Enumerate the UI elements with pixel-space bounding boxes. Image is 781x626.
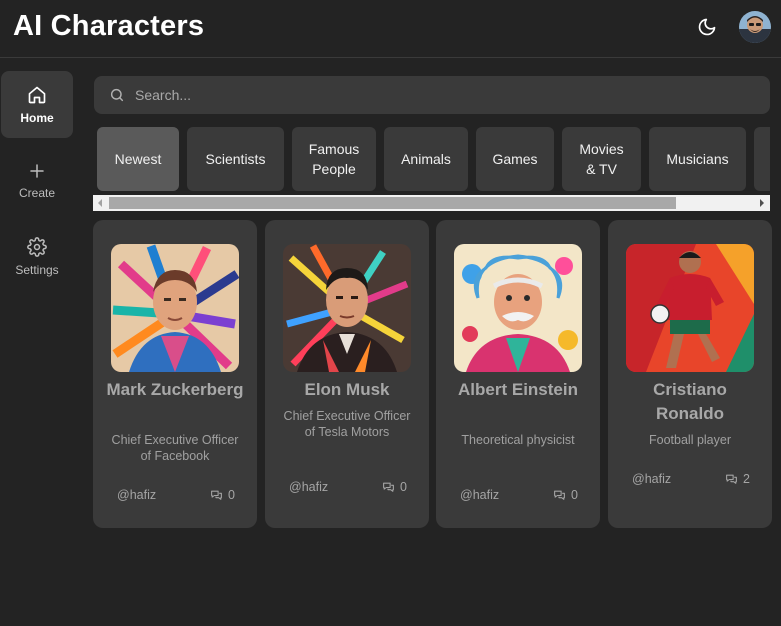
- category-musicians[interactable]: Musicians: [649, 127, 746, 191]
- category-games[interactable]: Games: [476, 127, 554, 191]
- search-icon: [109, 87, 125, 103]
- character-portrait: [283, 244, 411, 372]
- search-input[interactable]: [135, 87, 735, 103]
- character-description: Football player: [649, 433, 731, 447]
- moon-icon: [698, 18, 716, 36]
- category-movies-tv[interactable]: Movies & TV: [562, 127, 641, 191]
- message-count: 0: [210, 488, 235, 502]
- sidebar-item-settings[interactable]: Settings: [1, 223, 73, 290]
- sidebar-item-label: Home: [20, 110, 54, 125]
- character-card[interactable]: Cristiano Ronaldo Football player @hafiz…: [608, 220, 772, 528]
- character-author: @hafiz: [117, 488, 157, 502]
- character-card[interactable]: Mark Zuckerberg Chief Executive Officer …: [93, 220, 257, 528]
- chat-icon: [554, 490, 565, 500]
- character-name: Albert Einstein: [458, 380, 578, 399]
- chat-icon: [211, 490, 222, 500]
- character-card[interactable]: Albert Einstein Theoretical physicist @h…: [436, 220, 600, 528]
- character-description: Theoretical physicist: [461, 433, 575, 447]
- category-famous-people[interactable]: Famous People: [292, 127, 376, 191]
- character-author: @hafiz: [289, 480, 329, 494]
- sidebar-item-home[interactable]: Home: [1, 71, 73, 138]
- character-name: Elon Musk: [304, 380, 390, 399]
- character-portrait: [454, 244, 582, 372]
- search-bar: [94, 76, 770, 114]
- category-newest[interactable]: Newest: [97, 127, 179, 191]
- app-title: AI Characters: [13, 10, 205, 42]
- character-portrait: [111, 244, 239, 372]
- sidebar-item-label: Settings: [15, 262, 59, 277]
- scrollbar-thumb[interactable]: [109, 197, 676, 209]
- sidebar-item-create[interactable]: Create: [1, 147, 73, 214]
- character-author: @hafiz: [632, 472, 672, 486]
- category-animals[interactable]: Animals: [384, 127, 468, 191]
- message-count: 2: [725, 472, 750, 486]
- scroll-right-icon[interactable]: [760, 199, 764, 207]
- character-description: Chief Executive Officer of Facebook: [111, 433, 239, 463]
- category-next[interactable]: [754, 127, 770, 191]
- character-name: Mark Zuckerberg: [106, 380, 244, 399]
- message-count: 0: [553, 488, 578, 502]
- character-description: Chief Executive Officer of Tesla Motors: [283, 409, 411, 439]
- character-author: @hafiz: [460, 488, 500, 502]
- character-name: Cristiano Ronaldo: [653, 380, 727, 423]
- top-bar: AI Characters: [0, 0, 781, 58]
- message-count: 0: [382, 480, 407, 494]
- scroll-left-icon[interactable]: [98, 199, 102, 207]
- chat-icon: [726, 474, 737, 484]
- chat-icon: [383, 482, 394, 492]
- sidebar-item-label: Create: [18, 185, 56, 200]
- plus-icon: [30, 163, 44, 178]
- avatar[interactable]: [739, 11, 771, 43]
- theme-toggle-button[interactable]: [695, 15, 719, 39]
- home-icon: [28, 86, 46, 103]
- category-scrollbar[interactable]: [93, 195, 770, 211]
- character-card[interactable]: Elon Musk Chief Executive Officer of Tes…: [265, 220, 429, 528]
- category-scientists[interactable]: Scientists: [187, 127, 284, 191]
- character-portrait: [626, 244, 754, 372]
- category-strip: Newest Scientists Famous People Animals …: [94, 127, 770, 191]
- gear-icon: [27, 236, 47, 257]
